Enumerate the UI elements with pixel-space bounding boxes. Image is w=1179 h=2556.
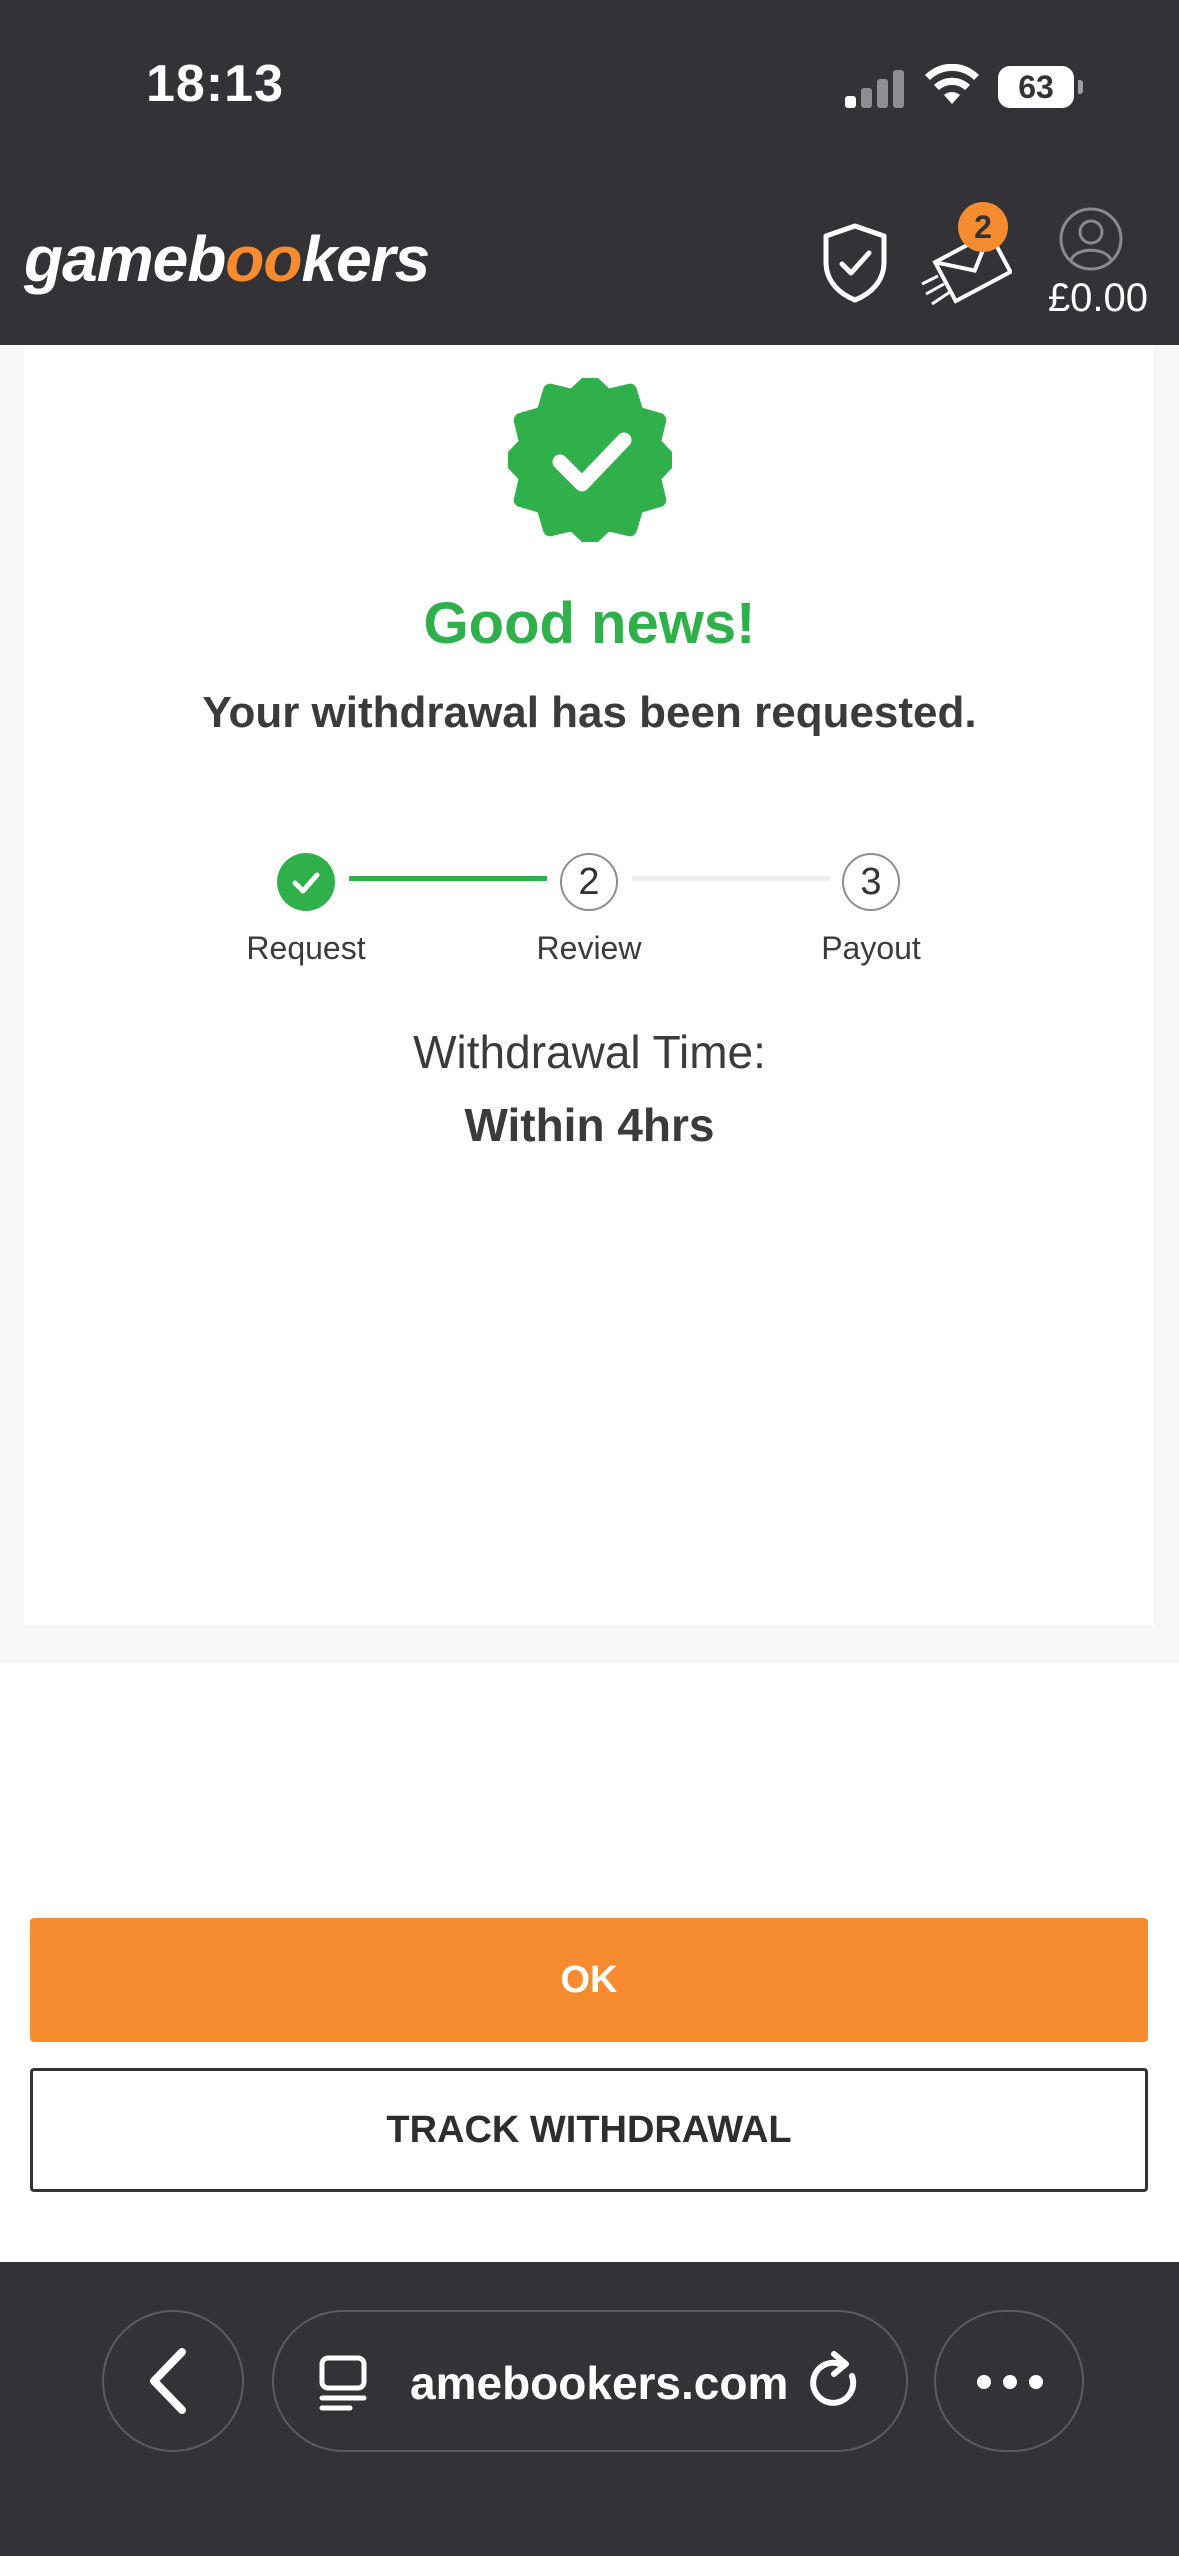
app-header: gamebookers 2 £0.00 (0, 170, 1179, 345)
success-headline: Good news! (423, 591, 756, 656)
step-3-label: Payout (821, 930, 921, 966)
wifi-icon (925, 64, 979, 104)
signal-icon (845, 68, 905, 108)
stepper-line-completed (349, 876, 547, 881)
withdrawal-time-label: Withdrawal Time: (413, 1026, 766, 1078)
track-withdrawal-button[interactable]: TRACK WITHDRAWAL (30, 2068, 1148, 2192)
withdrawal-time-value: Within 4hrs (464, 1099, 715, 1151)
check-icon (292, 872, 320, 894)
step-1-done (277, 853, 335, 911)
url-text: amebookers.com (410, 2357, 789, 2409)
success-subheadline: Your withdrawal has been requested. (202, 688, 977, 737)
account-balance[interactable]: £0.00 (1028, 276, 1168, 321)
stepper-line-pending (632, 876, 830, 881)
ok-button[interactable]: OK (30, 1918, 1148, 2042)
step-2-circle: 2 (560, 853, 618, 911)
browser-toolbar: amebookers.com (0, 2262, 1179, 2556)
user-icon[interactable] (1058, 206, 1124, 272)
tabs-icon[interactable] (314, 2350, 374, 2414)
address-bar[interactable]: amebookers.com (272, 2310, 908, 2452)
more-icon (977, 2375, 1043, 2389)
step-3-circle: 3 (842, 853, 900, 911)
more-button[interactable] (934, 2310, 1084, 2452)
success-check-icon (508, 378, 672, 542)
battery-indicator: 63 (998, 66, 1083, 108)
reload-icon[interactable] (804, 2350, 868, 2414)
notification-badge: 2 (958, 202, 1008, 252)
back-button[interactable] (102, 2310, 244, 2452)
gamebookers-logo[interactable]: gamebookers (24, 222, 430, 296)
status-bar: 18:13 63 (0, 0, 1179, 170)
status-time: 18:13 (146, 55, 284, 113)
shield-check-icon[interactable] (820, 222, 890, 304)
step-2-label: Review (536, 930, 642, 966)
back-chevron-icon (150, 2348, 186, 2414)
step-1-label: Request (246, 930, 366, 966)
